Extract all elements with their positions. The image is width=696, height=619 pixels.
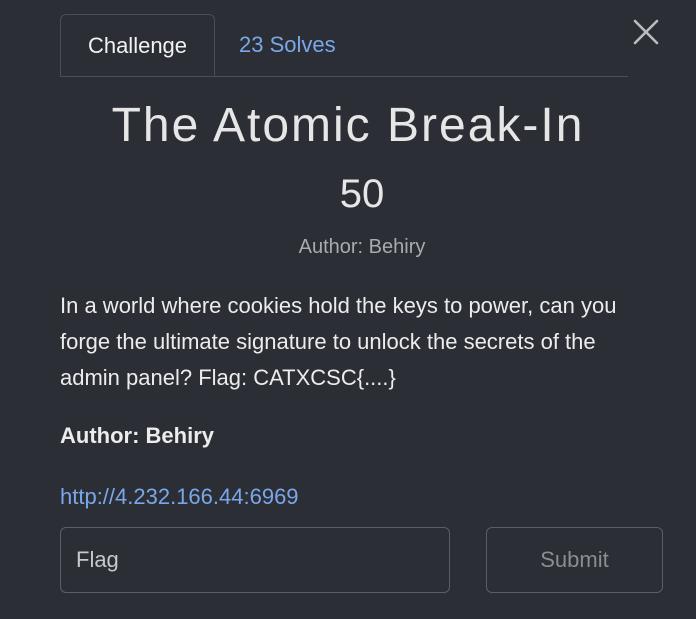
tab-challenge[interactable]: Challenge [60, 14, 215, 76]
challenge-link[interactable]: http://4.232.166.44:6969 [60, 484, 299, 510]
close-icon [633, 19, 659, 45]
tab-solves[interactable]: 23 Solves [239, 14, 336, 75]
challenge-title: The Atomic Break-In [111, 99, 585, 152]
challenge-modal: Challenge 23 Solves The Atomic Break-In … [0, 0, 696, 619]
flag-input[interactable] [60, 527, 450, 593]
close-button[interactable] [630, 16, 662, 48]
challenge-description: In a world where cookies hold the keys t… [60, 293, 617, 390]
tab-bar: Challenge 23 Solves [60, 14, 628, 77]
submit-button[interactable]: Submit [486, 527, 663, 593]
challenge-author-subtitle: Author: Behiry [298, 236, 426, 258]
challenge-points: 50 [339, 172, 385, 216]
challenge-author: Author: Behiry [60, 423, 214, 448]
